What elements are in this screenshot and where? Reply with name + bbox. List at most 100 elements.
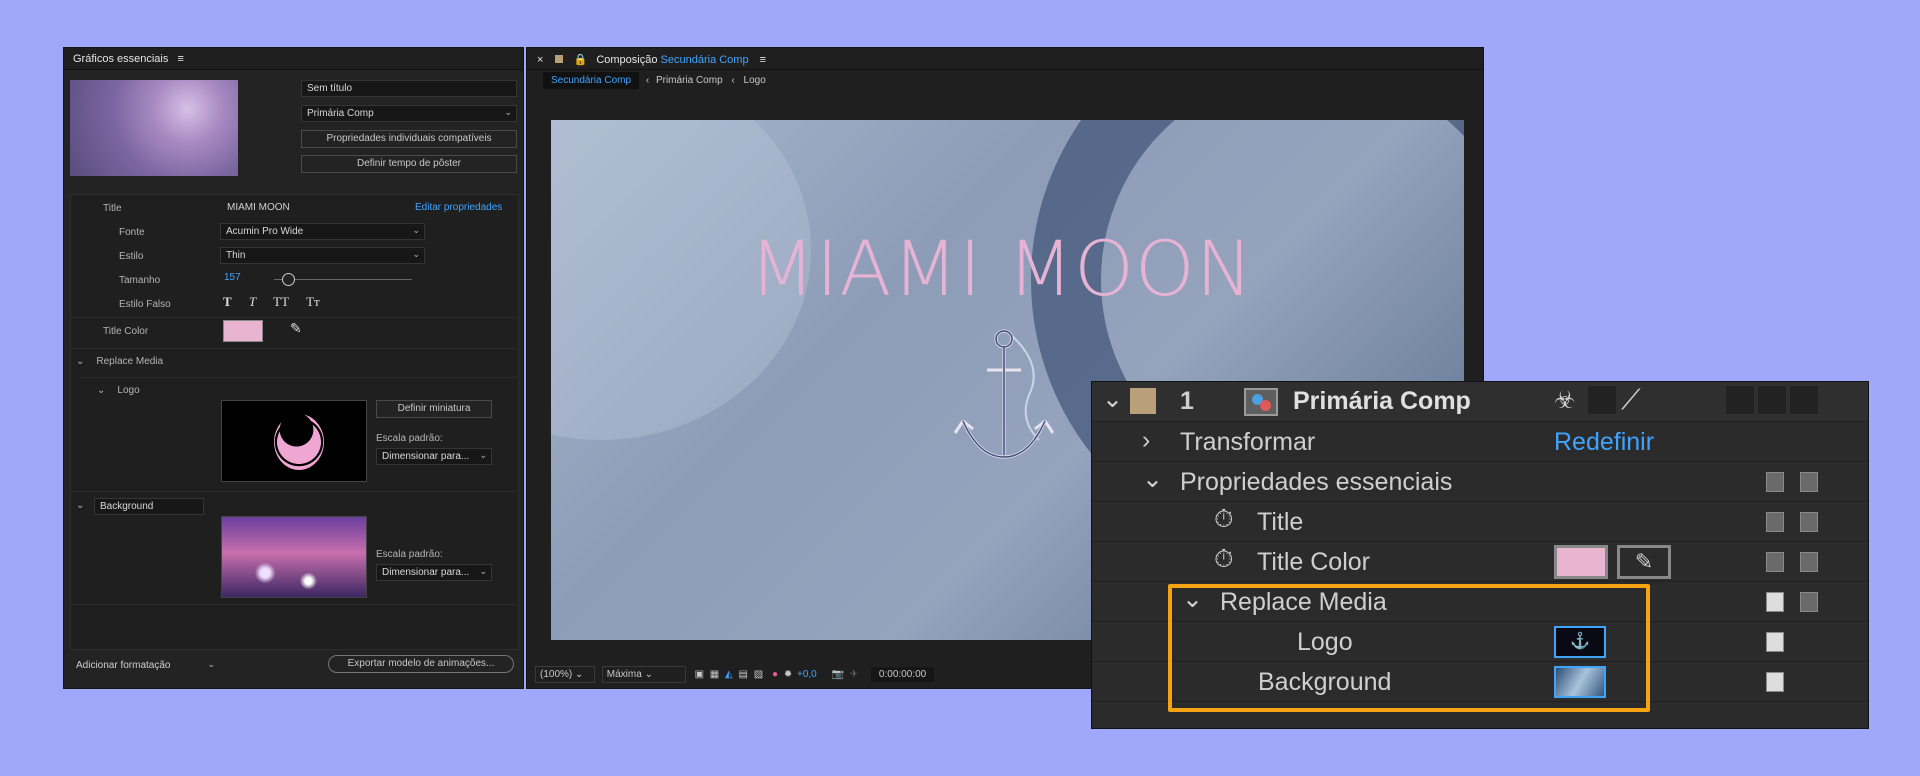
faux-bold-button[interactable]: T [223,294,232,309]
primary-select-value: Primária Comp [307,108,374,119]
stopwatch-icon[interactable]: ⏱ [1214,505,1234,534]
style-select[interactable]: Thin ⌄ [220,247,425,264]
breadcrumb-logo[interactable]: Logo [744,75,766,86]
close-icon[interactable]: × [537,54,543,66]
breadcrumb: Secundária Comp ‹ Primária Comp ‹ Logo [543,72,766,92]
logo-media-thumbnail[interactable] [221,400,367,482]
set-thumbnail-button[interactable]: Definir miniatura [376,400,492,418]
eyedropper-icon[interactable]: ✎ [290,320,302,337]
show-snapshot-icon[interactable]: ✈ [850,669,858,680]
zoom-select[interactable]: (100%) ⌄ [535,666,595,683]
switch-box[interactable] [1790,386,1818,414]
stopwatch-icon[interactable]: ⏱ [1214,545,1234,574]
breadcrumb-secondary[interactable]: Secundária Comp [543,72,640,89]
push-to-mg-icon[interactable] [1766,592,1784,612]
chevron-down-icon[interactable]: ⌄ [1142,464,1163,494]
grid-icon[interactable]: ▨ [754,669,763,680]
anchor-icon [953,329,1055,459]
transform-label: Transformar [1180,428,1316,456]
background-name-field[interactable]: Background [94,498,204,515]
poster-thumbnail [70,80,238,176]
all-caps-button[interactable]: TT [273,294,289,309]
name-field[interactable]: Sem título [301,80,517,97]
title-prop-row[interactable]: ⏱ Title [1092,502,1868,542]
breadcrumb-primary[interactable]: Primária Comp [656,75,723,86]
safe-margins-icon[interactable]: ▤ [739,669,748,680]
mask-icon[interactable]: ◭ [725,669,733,680]
replace-media-highlight [1168,584,1650,712]
font-label: Fonte [119,227,145,238]
composition-tab[interactable]: × 🔒 Composição Secundária Comp ≡ [527,48,1483,70]
push-to-mg-icon[interactable] [1766,672,1784,692]
replace-media-toggle[interactable]: ⌄ Replace Media [76,356,163,367]
chevron-down-icon: ⌄ [207,659,215,669]
push-to-mg-icon[interactable] [1766,512,1784,532]
pull-from-mg-icon[interactable] [1800,552,1818,572]
exposure-value[interactable]: +0,0 [797,669,817,680]
font-select[interactable]: Acumin Pro Wide ⌄ [220,223,425,240]
chevron-down-icon: ⌄ [479,450,487,460]
pull-from-mg-icon[interactable] [1800,472,1818,492]
chevron-down-icon[interactable]: ⌄ [1102,384,1123,414]
transparency-grid-icon[interactable]: ▦ [710,669,719,680]
push-to-mg-icon[interactable] [1766,552,1784,572]
timeline-layer-panel: ⌄ 1 Primária Comp ☣ ⟋ › Transformar Rede… [1091,381,1869,729]
layer-name[interactable]: Primária Comp [1293,387,1471,416]
quality-slash-icon[interactable]: ⟋ [1621,384,1641,417]
scale-select[interactable]: Dimensionar para... ⌄ [376,448,492,465]
compatible-props-button[interactable]: Propriedades individuais compatíveis [301,130,517,148]
poster-time-button[interactable]: Definir tempo de pôster [301,155,517,173]
panel-header: Gráficos essenciais ≡ [64,48,523,70]
background-toggle[interactable]: ⌄ [76,500,84,511]
chevron-right-icon[interactable]: › [1142,426,1150,455]
reset-link[interactable]: Redefinir [1554,428,1654,457]
faux-italic-button[interactable]: T [249,294,256,309]
menu-icon[interactable]: ≡ [760,54,766,66]
font-select-value: Acumin Pro Wide [226,226,304,237]
pull-from-mg-icon[interactable] [1800,512,1818,532]
add-formatting-select[interactable]: Adicionar formatação ⌄ [70,657,220,674]
divider [70,317,517,318]
eyedropper-icon[interactable]: ✎ [1617,545,1671,579]
chevron-down-icon: ⌄ [504,107,512,117]
transform-row[interactable]: › Transformar Redefinir [1092,422,1868,462]
color-channel-icon[interactable]: ● [772,669,778,680]
title-color-swatch[interactable] [1554,545,1608,579]
comp-layer-icon [1244,388,1278,416]
bg-scale-label: Escala padrão: [376,549,443,560]
shy-icon[interactable]: ☣ [1554,386,1576,415]
scale-select-value: Dimensionar para... [382,451,470,462]
lock-icon[interactable]: 🔒 [574,54,588,66]
layer-color-label[interactable] [1130,388,1156,414]
switch-box[interactable] [1758,386,1786,414]
edit-properties-link[interactable]: Editar propriedades [415,202,502,213]
essential-props-row[interactable]: ⌄ Propriedades essenciais [1092,462,1868,502]
bg-scale-select[interactable]: Dimensionar para... ⌄ [376,564,492,581]
exposure-icon[interactable]: ✹ [784,669,792,680]
snapshot-icon[interactable]: 📷 [832,669,844,680]
pull-from-mg-icon[interactable] [1800,592,1818,612]
faux-style-buttons: T T TT Tт [223,294,320,310]
scale-label: Escala padrão: [376,433,443,444]
resolution-select[interactable]: Máxima ⌄ [601,666,686,683]
push-to-mg-icon[interactable] [1766,472,1784,492]
title-color-swatch[interactable] [223,320,263,342]
switch-box[interactable] [1588,386,1616,414]
title-color-label: Title Color [103,326,149,337]
title-color-row[interactable]: ⏱ Title Color ✎ [1092,542,1868,582]
menu-icon[interactable]: ≡ [177,53,183,65]
switch-box[interactable] [1726,386,1754,414]
size-value[interactable]: 157 [224,272,241,283]
timecode[interactable]: 0:00:00:00 [870,667,935,682]
region-icon[interactable]: ▣ [695,669,704,680]
logo-toggle[interactable]: ⌄ Logo [97,385,140,396]
push-to-mg-icon[interactable] [1766,632,1784,652]
small-caps-button[interactable]: Tт [306,294,320,309]
bg-scale-select-value: Dimensionar para... [382,567,470,578]
size-slider-thumb[interactable] [281,273,295,286]
layer-row[interactable]: ⌄ 1 Primária Comp ☣ ⟋ [1092,382,1868,422]
background-media-thumbnail[interactable] [221,516,367,598]
replace-media-label: Replace Media [96,356,164,367]
export-template-button[interactable]: Exportar modelo de animações... [328,655,514,673]
primary-select[interactable]: Primária Comp ⌄ [301,105,517,122]
